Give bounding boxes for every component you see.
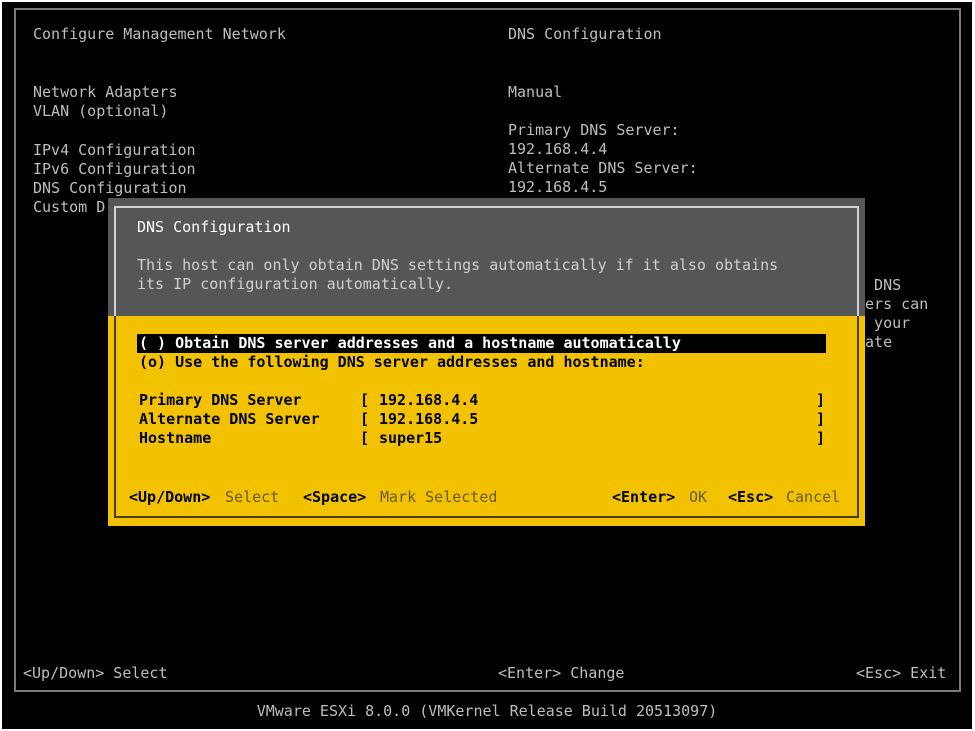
right-panel-title: DNS Configuration (508, 25, 662, 43)
hint-updown-key: <Up/Down> (129, 488, 211, 506)
hint-esc-action[interactable]: Cancel (786, 488, 840, 507)
dialog-description-line-1: This host can only obtain DNS settings a… (137, 256, 779, 274)
primary-dns-bracket-open: [ (360, 391, 370, 409)
menu-item-vlan[interactable]: VLAN (optional) (33, 102, 168, 121)
alternate-dns-bracket-open: [ (360, 410, 370, 428)
hint-space-key: <Space> (303, 488, 367, 506)
hostname-bracket-open: [ (360, 429, 370, 447)
hostname-label: Hostname (139, 429, 212, 447)
hint-enter-action[interactable]: OK (689, 488, 707, 507)
primary-dns-info-value: 192.168.4.4 (508, 140, 608, 158)
radio-option-automatic-label: ( ) Obtain DNS server addresses and a ho… (139, 334, 681, 352)
menu-item-ipv4[interactable]: IPv4 Configuration (33, 141, 196, 160)
alternate-dns-info-value: 192.168.4.5 (508, 178, 608, 196)
alternate-dns-info-label: Alternate DNS Server: (508, 159, 698, 177)
primary-dns-input[interactable]: 192.168.4.4 (379, 391, 478, 410)
hostname-input[interactable]: super15 (379, 429, 442, 448)
version-footer: VMware ESXi 8.0.0 (VMKernel Release Buil… (256, 702, 718, 720)
hostname-bracket-close: ] (816, 429, 826, 447)
panel-title: Configure Management Network (33, 25, 286, 43)
hint-esc-key[interactable]: <Esc> (728, 488, 773, 507)
dns-mode-value: Manual (508, 83, 563, 101)
hint-updown-action: Select (225, 488, 280, 506)
menu-item-dns-configuration[interactable]: DNS Configuration (33, 179, 187, 198)
bottom-hint-select: <Up/Down> Select (23, 664, 168, 682)
alternate-dns-input[interactable]: 192.168.4.5 (379, 410, 478, 429)
info-partial-line: ters can (856, 295, 929, 313)
radio-option-manual[interactable]: (o) Use the following DNS server address… (139, 353, 645, 372)
hint-space-action: Mark Selected (380, 488, 498, 506)
alternate-dns-bracket-close: ] (816, 410, 826, 428)
dialog-description-line-2: its IP configuration automatically. (137, 275, 454, 293)
primary-dns-info-label: Primary DNS Server: (508, 121, 680, 139)
primary-dns-bracket-close: ] (816, 391, 826, 409)
menu-item-network-adapters[interactable]: Network Adapters (33, 83, 178, 102)
dialog-title: DNS Configuration (137, 218, 291, 236)
bottom-hint-change: <Enter> Change (498, 664, 625, 682)
menu-item-custom-dns-suffixes[interactable]: Custom D (33, 198, 105, 217)
alternate-dns-label: Alternate DNS Server (139, 410, 320, 428)
menu-item-ipv6[interactable]: IPv6 Configuration (33, 160, 196, 179)
bottom-hint-exit: <Esc> Exit (856, 664, 947, 682)
radio-option-automatic[interactable]: ( ) Obtain DNS server addresses and a ho… (137, 334, 826, 353)
dns-configuration-dialog: DNS Configuration This host can only obt… (108, 198, 865, 526)
primary-dns-label: Primary DNS Server (139, 391, 302, 409)
hint-enter-key[interactable]: <Enter> (612, 488, 675, 507)
